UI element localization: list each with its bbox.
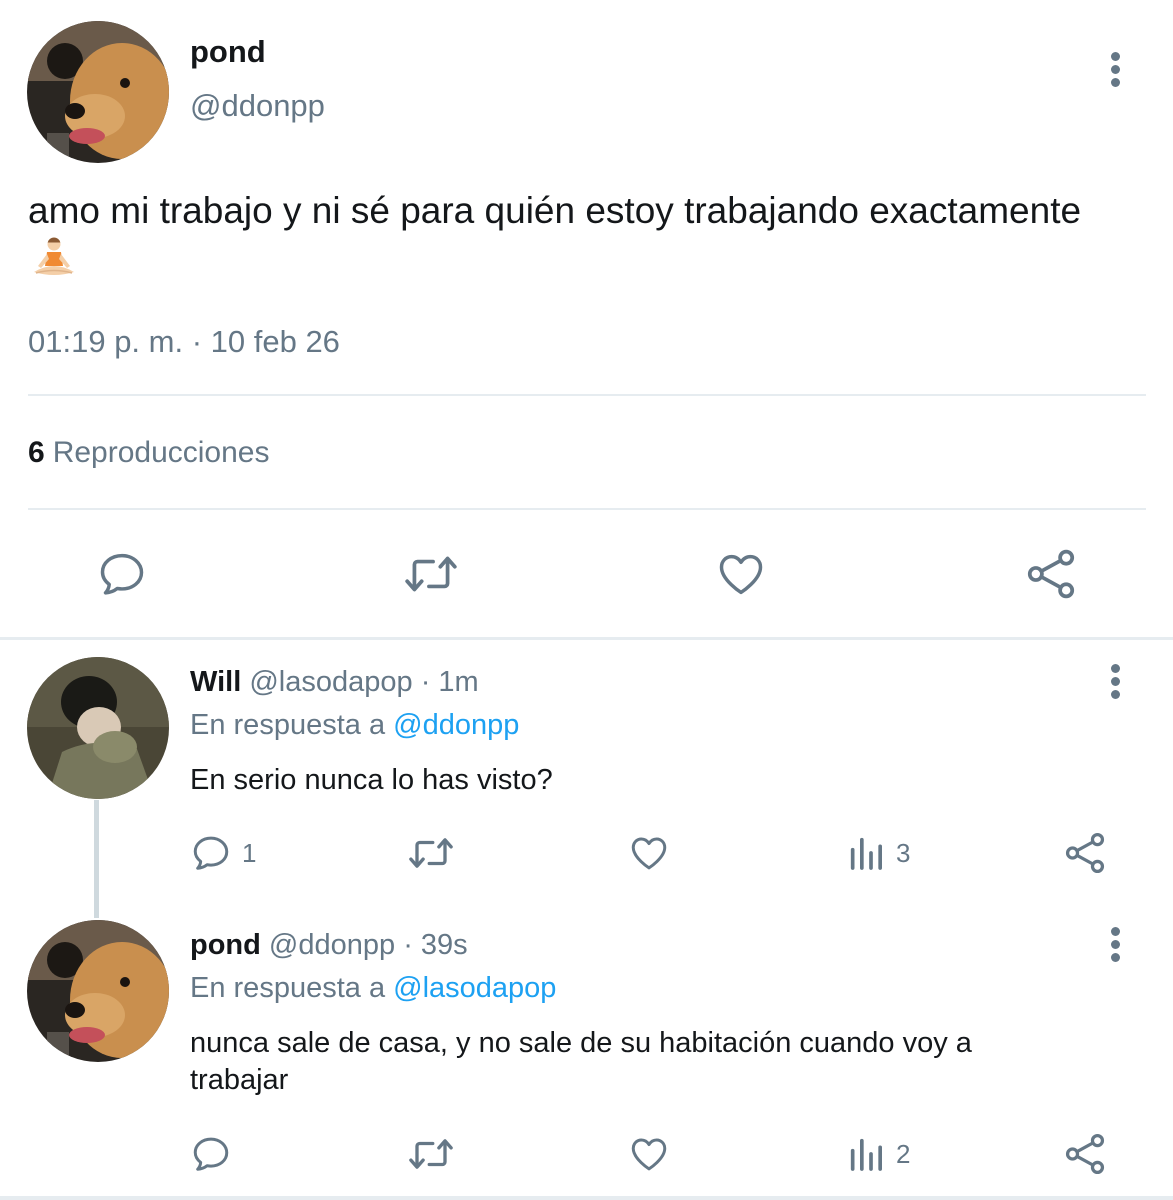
retweet-icon — [409, 838, 453, 868]
will-avatar-image — [27, 657, 169, 799]
reply-icon — [100, 553, 144, 595]
more-vertical-icon[interactable] — [1109, 664, 1121, 704]
section-divider — [0, 1196, 1173, 1200]
share-icon — [1065, 1133, 1105, 1175]
more-vertical-icon[interactable] — [1109, 927, 1121, 967]
tweet-text-content: amo mi trabajo y ni sé para quién estoy … — [28, 190, 1082, 231]
person-in-lotus-position-icon — [28, 236, 80, 278]
replying-to: En respuesta a @ddonpp — [190, 709, 519, 742]
replying-to: En respuesta a @lasodapop — [190, 972, 556, 1005]
reply-time[interactable]: · 1m — [421, 666, 479, 698]
divider — [28, 508, 1146, 510]
avatar-pond[interactable] — [27, 21, 169, 163]
retweet-icon — [409, 1139, 453, 1169]
retweet-button[interactable] — [402, 548, 460, 600]
views-icon — [850, 837, 882, 870]
views-button[interactable]: 3 — [846, 832, 910, 874]
dog-avatar-image — [27, 920, 169, 1062]
avatar-pond[interactable] — [27, 920, 169, 1062]
views-button[interactable]: 2 — [846, 1133, 910, 1175]
views-stat[interactable]: 6 Reproducciones — [28, 436, 269, 470]
author-name[interactable]: pond — [190, 34, 266, 70]
share-button[interactable] — [1062, 830, 1108, 876]
retweet-button[interactable] — [406, 1133, 456, 1175]
share-icon — [1027, 549, 1075, 599]
share-icon — [1065, 832, 1105, 874]
share-button[interactable] — [1022, 546, 1080, 602]
share-button[interactable] — [1062, 1131, 1108, 1177]
reply-author-handle[interactable]: @ddonpp — [269, 929, 395, 961]
retweet-button[interactable] — [406, 832, 456, 874]
reply-header: pond @ddonpp · 39s — [190, 929, 468, 962]
reply-icon — [193, 836, 229, 870]
reply-author-name[interactable]: Will — [190, 666, 241, 698]
avatar-will[interactable] — [27, 657, 169, 799]
views-count: 2 — [896, 1138, 911, 1169]
reply-button[interactable] — [96, 548, 148, 600]
reply-button[interactable] — [190, 1133, 232, 1175]
like-icon — [631, 1138, 667, 1171]
reply-button[interactable]: 1 — [190, 832, 256, 874]
like-button[interactable] — [627, 832, 671, 874]
like-icon — [631, 837, 667, 870]
reply-icon — [193, 1137, 229, 1171]
tweet-text: amo mi trabajo y ni sé para quién estoy … — [28, 186, 1128, 284]
views-label: Reproducciones — [52, 436, 270, 469]
like-icon — [719, 554, 763, 595]
replying-to-handle[interactable]: @ddonpp — [393, 709, 519, 741]
reply-time[interactable]: · 39s — [403, 929, 467, 961]
replying-to-handle[interactable]: @lasodapop — [393, 972, 556, 1004]
views-count: 6 — [28, 436, 45, 469]
replying-to-prefix: En respuesta a — [190, 709, 386, 741]
reply-text: nunca sale de casa, y no sale de su habi… — [190, 1027, 972, 1096]
reply-author-name[interactable]: pond — [190, 929, 261, 961]
reply-header: Will @lasodapop · 1m — [190, 666, 479, 699]
retweet-icon — [405, 556, 457, 592]
reply-count: 1 — [242, 837, 257, 868]
dog-avatar-image — [27, 21, 169, 163]
views-count: 3 — [896, 837, 911, 868]
reply-text: En serio nunca lo has visto? — [190, 764, 553, 796]
views-icon — [850, 1138, 882, 1171]
divider — [28, 394, 1146, 396]
replying-to-prefix: En respuesta a — [190, 972, 386, 1004]
author-handle[interactable]: @ddonpp — [190, 88, 325, 124]
like-button[interactable] — [714, 548, 768, 600]
tweet-timestamp[interactable]: 01:19 p. m. · 10 feb 26 — [28, 324, 340, 360]
more-vertical-icon[interactable] — [1109, 52, 1121, 92]
section-divider — [0, 637, 1173, 640]
reply-author-handle[interactable]: @lasodapop — [249, 666, 412, 698]
thread-connector-line — [94, 800, 99, 918]
like-button[interactable] — [627, 1133, 671, 1175]
